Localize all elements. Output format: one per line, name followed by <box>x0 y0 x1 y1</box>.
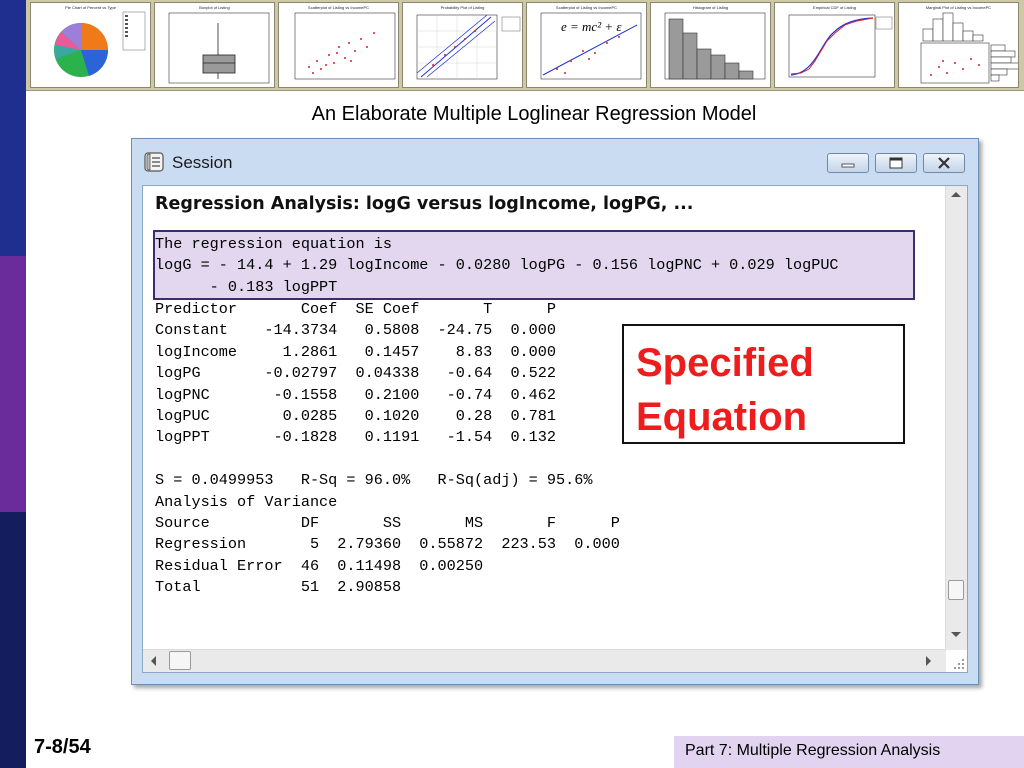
footer-text: Part 7: Multiple Regression Analysis <box>685 742 941 759</box>
thumbnail-boxplot: Boxplot of Listing <box>154 2 275 88</box>
thumbnail-probability-plot: Probability Plot of Listing <box>402 2 523 88</box>
fitted-scatterplot-graphic <box>540 12 642 80</box>
boxplot-graphic <box>168 12 270 84</box>
horizontal-scrollbar[interactable] <box>143 649 946 672</box>
left-bar-top <box>0 0 26 256</box>
close-button[interactable] <box>923 153 965 173</box>
callout-text: Specified Equation <box>636 341 814 439</box>
histogram-graphic <box>664 12 766 80</box>
empirical-cdf-graphic <box>788 14 893 78</box>
resize-grip-icon[interactable] <box>951 656 965 670</box>
session-icon <box>144 152 164 172</box>
horizontal-scroll-thumb[interactable] <box>169 651 191 670</box>
thumbnail-histogram: Histogram of Listing <box>650 2 771 88</box>
scroll-left-icon[interactable] <box>151 656 156 666</box>
minimize-icon <box>841 163 855 168</box>
scatterplot-graphic <box>294 12 396 80</box>
footer-box: Part 7: Multiple Regression Analysis <box>674 736 1024 768</box>
maximize-button[interactable] <box>875 153 917 173</box>
left-bar-bottom <box>0 512 26 768</box>
scroll-down-icon[interactable] <box>951 632 961 637</box>
regression-results-text: Predictor Coef SE Coef T P Constant -14.… <box>155 300 620 597</box>
probability-plot-graphic <box>416 14 521 80</box>
thumbnail-strip: Pie Chart of Percent vs Type Boxplot of … <box>26 0 1024 91</box>
thumbnail-pie-chart: Pie Chart of Percent vs Type <box>30 2 151 88</box>
left-bar-middle <box>0 256 26 512</box>
marginal-plot-graphic <box>920 12 1018 84</box>
thumbnail-scatterplot: Scatterplot of Listing vs IncomePC <box>278 2 399 88</box>
close-icon <box>938 157 950 169</box>
thumbnail-empirical-cdf: Empirical CDF of Listing <box>774 2 895 88</box>
vertical-scroll-thumb[interactable] <box>948 580 964 600</box>
window-title: Session <box>172 153 233 172</box>
thumbnail-formula: e = mc² + ε <box>561 19 622 34</box>
pie-chart-graphic <box>54 11 146 77</box>
thumbnail-marginal-plot: Marginal Plot of Listing vs IncomePC <box>898 2 1019 88</box>
slide-title: An Elaborate Multiple Loglinear Regressi… <box>311 103 757 125</box>
window-titlebar[interactable]: Session <box>132 139 978 185</box>
output-heading: Regression Analysis: logG versus logInco… <box>155 194 694 214</box>
thumbnail-fitted-scatterplot: Scatterplot of Listing vs IncomePC e = m… <box>526 2 647 88</box>
regression-equation-text: The regression equation is logG = - 14.4… <box>155 235 839 296</box>
page-number: 7-8/54 <box>34 736 91 758</box>
scroll-up-icon[interactable] <box>951 192 961 197</box>
maximize-icon <box>889 157 903 169</box>
specified-equation-callout: Specified Equation <box>622 324 905 444</box>
scroll-right-icon[interactable] <box>926 656 931 666</box>
minimize-button[interactable] <box>827 153 869 173</box>
vertical-scrollbar[interactable] <box>945 186 967 650</box>
